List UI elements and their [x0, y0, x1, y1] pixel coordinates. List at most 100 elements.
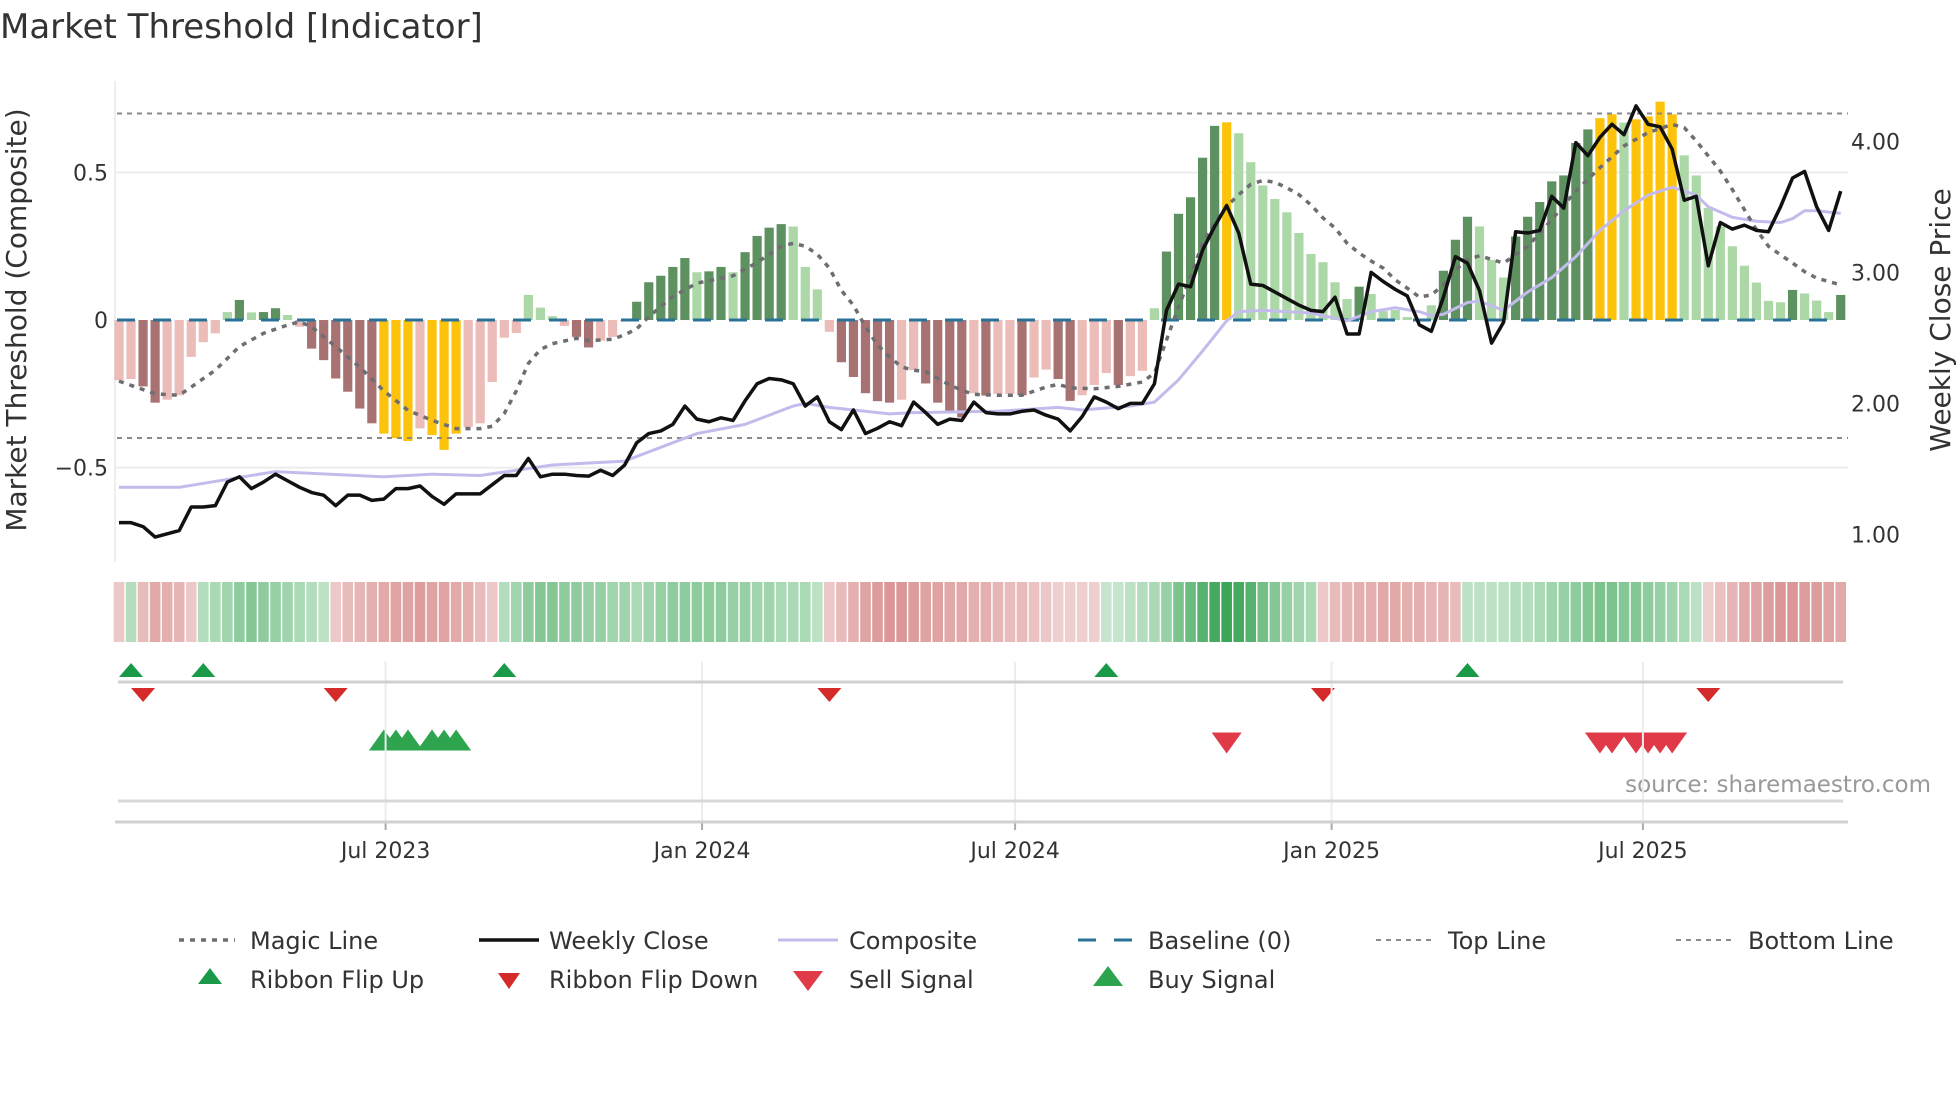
composite-bar — [740, 252, 750, 321]
composite-bar — [1077, 320, 1087, 396]
composite-bar — [1198, 157, 1208, 321]
ribbon-cell — [848, 582, 859, 642]
x-tick-label: Jan 2025 — [1281, 839, 1380, 864]
composite-bar — [1185, 197, 1196, 321]
ribbon-cell — [787, 582, 799, 642]
composite-bar — [1137, 320, 1147, 371]
ribbon-cell — [1064, 582, 1076, 642]
ribbon-cell — [390, 582, 402, 642]
composite-bar — [969, 320, 979, 394]
composite-bar — [1173, 213, 1184, 321]
legend-flip-down-icon — [498, 973, 520, 989]
ribbon-cell — [715, 582, 727, 642]
x-tick-label: Jul 2023 — [339, 839, 431, 864]
ribbon-cell — [1799, 582, 1810, 642]
composite-bar — [367, 320, 377, 424]
composite-bar — [993, 320, 1003, 394]
ribbon-cell — [1173, 582, 1184, 642]
left-axis-label: Market Threshold (Composite) — [0, 108, 33, 531]
composite-bar — [608, 320, 618, 337]
ribbon-cell — [1401, 582, 1413, 642]
ribbon-cell — [1690, 582, 1702, 642]
composite-bar — [656, 275, 666, 321]
ribbon-cell — [1727, 582, 1738, 642]
ribbon-cell — [860, 582, 871, 642]
ribbon-flip-up-marker — [492, 663, 517, 677]
ribbon-cell — [836, 582, 847, 642]
composite-bar — [1619, 122, 1629, 321]
composite-bar — [150, 320, 160, 403]
composite-bar — [319, 320, 329, 361]
ribbon-cell — [1221, 582, 1232, 642]
legend-label-composite: Composite — [849, 927, 977, 955]
ribbon-cell — [1763, 582, 1774, 642]
ribbon-cell — [1642, 582, 1654, 642]
ribbon-cell — [920, 582, 931, 642]
composite-bar — [728, 272, 738, 321]
ribbon-cell — [1474, 582, 1485, 642]
ribbon-cell — [1016, 582, 1028, 642]
composite-bar — [246, 312, 257, 321]
composite-bar — [764, 227, 774, 321]
composite-bar — [1751, 282, 1762, 321]
ribbon-cell — [1209, 582, 1220, 642]
ribbon-cell — [1197, 582, 1208, 642]
ribbon-cell — [1570, 582, 1582, 642]
composite-bar — [1739, 265, 1749, 321]
ribbon-cell — [1702, 582, 1714, 642]
ribbon-cell — [535, 582, 546, 642]
ribbon-cell — [763, 582, 775, 642]
composite-bar — [836, 320, 846, 363]
ribbon-cell — [1438, 582, 1449, 642]
ribbon-cell — [1100, 582, 1112, 642]
ribbon-flip-down-marker — [131, 688, 156, 702]
ribbon-flip-up-marker — [119, 663, 144, 677]
ribbon-cell — [1329, 582, 1341, 642]
composite-bar — [1402, 317, 1412, 321]
ribbon-cell — [366, 582, 378, 642]
ribbon-cell — [246, 582, 257, 642]
composite-bar — [1812, 300, 1822, 321]
composite-bar — [1342, 299, 1352, 321]
composite-bar — [307, 320, 317, 349]
ribbon-cell — [607, 582, 618, 642]
ribbon-cell — [1751, 582, 1762, 642]
ribbon-cell — [474, 582, 486, 642]
ribbon-flip-up-marker — [191, 663, 216, 677]
ribbon-flip-down-marker — [817, 688, 842, 702]
ribbon-cell — [1426, 582, 1437, 642]
composite-bar — [1222, 122, 1232, 321]
ribbon-cell — [547, 582, 558, 642]
ribbon-cell — [402, 582, 414, 642]
ribbon-cell — [571, 582, 582, 642]
right-axis-label: Weekly Close Price — [1924, 188, 1957, 451]
ribbon-cell — [149, 582, 161, 642]
composite-bar — [439, 320, 449, 450]
ribbon-cell — [1498, 582, 1509, 642]
composite-bar — [1101, 320, 1111, 374]
ribbon-cell — [462, 582, 474, 642]
ribbon-cell — [908, 582, 919, 642]
ribbon-cell — [619, 582, 630, 642]
composite-bar — [571, 320, 582, 337]
composite-bar — [1149, 308, 1160, 321]
ribbon-cell — [342, 582, 354, 642]
ribbon-cell — [1823, 582, 1834, 642]
composite-bar — [415, 320, 425, 429]
composite-bar — [1727, 246, 1737, 321]
composite-bar — [752, 235, 762, 321]
legend-label-flipup: Ribbon Flip Up — [250, 966, 424, 994]
right-tick-label: 2.00 — [1851, 392, 1900, 417]
ribbon-cell — [1666, 582, 1678, 642]
ribbon-cell — [1317, 582, 1329, 642]
ribbon-cell — [1052, 582, 1064, 642]
ribbon-cell — [799, 582, 811, 642]
ribbon-cell — [125, 582, 137, 642]
right-tick-label: 4.00 — [1851, 130, 1900, 155]
composite-bar — [126, 320, 136, 380]
composite-bar — [945, 320, 955, 412]
right-tick-label: 3.00 — [1851, 261, 1900, 286]
ribbon-cell — [1293, 582, 1305, 642]
ribbon-cell — [1522, 582, 1533, 642]
ribbon-cell — [1739, 582, 1750, 642]
